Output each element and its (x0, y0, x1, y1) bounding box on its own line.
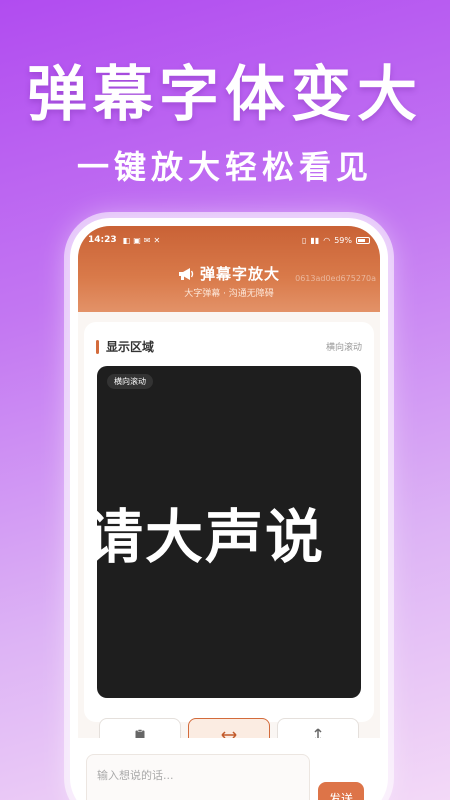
display-area[interactable]: 横向滚动 请大声说 (97, 366, 361, 698)
card-header: 显示区域 横向滚动 (96, 338, 362, 355)
current-mode-label: 横向滚动 (325, 343, 362, 353)
app-title: 弹幕字放大 (199, 265, 280, 283)
app-screen: 14:23 ◧ ▣ ✉ ✕ ▯ ▮▮ ◠ 59% 弹幕字放大 大字弹幕 · 沟通… (78, 226, 380, 800)
input-bar: 输入想说的话... 发送 (78, 738, 380, 800)
battery-icon (356, 236, 370, 244)
signal-icon: ▮▮ (310, 235, 320, 245)
wifi-icon: ◠ (323, 235, 331, 245)
promo-title: 弹幕字体变大 (27, 60, 423, 130)
status-bar: 14:23 ◧ ▣ ✉ ✕ ▯ ▮▮ ◠ 59% (88, 232, 370, 248)
app-icon: ▣ (133, 235, 141, 245)
scrolling-text: 请大声说 (97, 503, 326, 571)
tools-icon: ✕ (153, 235, 161, 245)
message-input[interactable]: 输入想说的话... (86, 754, 310, 800)
app-subtitle: 大字弹幕 · 沟通无障碍 (184, 289, 274, 299)
send-button[interactable]: 发送 (318, 782, 364, 800)
system-status: ▯ ▮▮ ◠ 59% (302, 236, 370, 245)
notification-icon: ◧ (122, 235, 131, 245)
accent-bar (96, 339, 99, 354)
promo-subtitle: 一键放大轻松看见 (76, 148, 373, 186)
app-header: 14:23 ◧ ▣ ✉ ✕ ▯ ▮▮ ◠ 59% 弹幕字放大 大字弹幕 · 沟通… (78, 226, 380, 312)
megaphone-icon (178, 267, 194, 280)
watermark-id: 0613ad0ed675270a (295, 274, 376, 283)
battery-percent: 59% (334, 235, 352, 245)
mail-icon: ✉ (143, 235, 151, 245)
notification-icons: ◧ ▣ ✉ ✕ (123, 236, 161, 245)
phone-frame: 14:23 ◧ ▣ ✉ ✕ ▯ ▮▮ ◠ 59% 弹幕字放大 大字弹幕 · 沟通… (70, 218, 388, 800)
card-title: 显示区域 (106, 340, 155, 354)
scroll-mode-tag: 横向滚动 (107, 374, 153, 389)
status-time: 14:23 (88, 235, 117, 245)
vibrate-icon: ▯ (302, 235, 307, 245)
display-card: 显示区域 横向滚动 横向滚动 请大声说 (84, 322, 374, 722)
